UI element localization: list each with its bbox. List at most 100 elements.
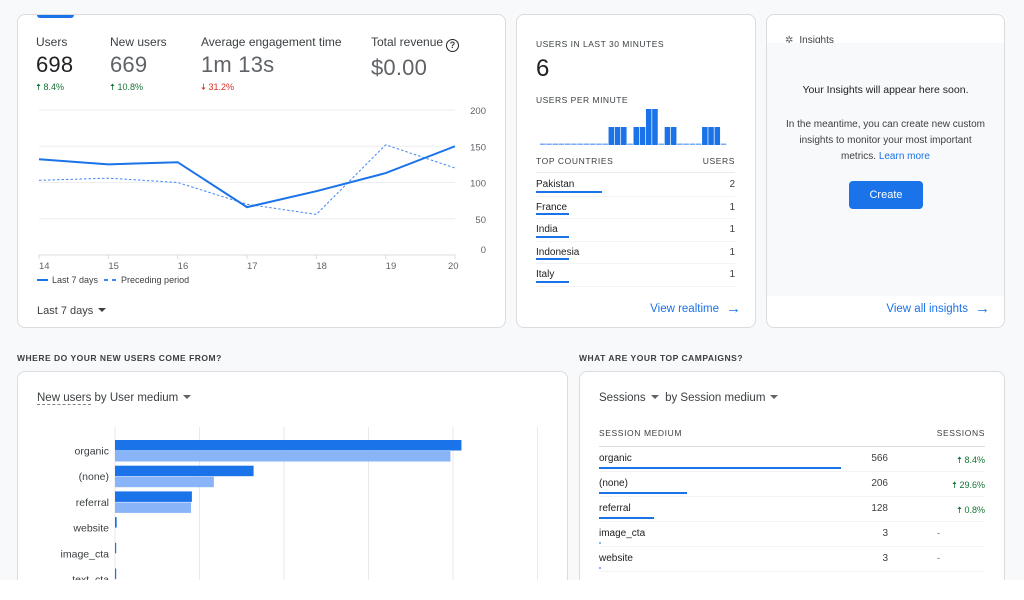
delta-value: 31.2%: [208, 82, 234, 92]
campaigns-card: Sessions by Session medium SESSION MEDIU…: [579, 371, 1005, 580]
dimension-selector[interactable]: by User medium: [95, 392, 179, 404]
share-bar: [599, 467, 841, 469]
country-users: 1: [729, 224, 735, 236]
category-label: (none): [79, 471, 109, 483]
arrow-up-icon: 🠅: [957, 505, 962, 515]
country-row[interactable]: Pakistan 2: [536, 174, 735, 197]
x-tick-label: 19: [386, 261, 397, 270]
country-users: 1: [729, 246, 735, 258]
sessions-delta: -: [937, 553, 940, 563]
minute-bar[interactable]: [633, 127, 640, 145]
table-row[interactable]: (none) 206 🠅 29.6%: [599, 472, 985, 497]
bar-preceding[interactable]: [115, 502, 192, 513]
sessions-delta: 🠅 0.8%: [957, 503, 985, 519]
metric-label: Users: [36, 35, 68, 49]
minute-bar[interactable]: [720, 143, 727, 146]
minute-bar[interactable]: [564, 143, 571, 146]
minute-bar[interactable]: [596, 143, 602, 146]
minute-bar[interactable]: [677, 143, 683, 146]
minute-bar[interactable]: [602, 143, 608, 146]
sessions-value: 206: [871, 478, 888, 489]
table-row[interactable]: website 3 -: [599, 547, 985, 572]
category-label: image_cta: [61, 548, 110, 560]
table-row[interactable]: image_cta 3 -: [599, 522, 985, 547]
country-row[interactable]: India 1: [536, 219, 735, 242]
help-icon[interactable]: ?: [446, 39, 460, 52]
minute-bar[interactable]: [714, 127, 721, 145]
minute-bar[interactable]: [589, 143, 596, 146]
bar-current[interactable]: [115, 440, 462, 451]
metric-dropdown[interactable]: Sessions: [599, 392, 659, 404]
delta-value: 0.8%: [964, 505, 985, 515]
view-realtime-link[interactable]: View realtime →: [650, 301, 741, 316]
metric-avg-engagement[interactable]: Average engagement time 1m 13s 🠇 31.2%: [201, 35, 342, 96]
sessions-delta: 🠅 29.6%: [952, 478, 985, 494]
country-share-bar: [536, 213, 569, 216]
col-header-users: USERS: [702, 156, 735, 166]
bar-current[interactable]: [115, 491, 192, 502]
minute-bar[interactable]: [702, 127, 708, 145]
bar-current[interactable]: [115, 465, 254, 477]
metric-total-revenue[interactable]: Total revenue? $0.00: [371, 35, 460, 81]
minute-bar[interactable]: [614, 127, 621, 145]
country-name: Pakistan: [536, 179, 575, 190]
minute-bar[interactable]: [627, 143, 633, 146]
minute-bar[interactable]: [689, 143, 696, 146]
metric-label: Average engagement time: [201, 35, 342, 49]
minute-bar[interactable]: [639, 127, 646, 145]
insights-heading: Your Insights will appear here soon.: [802, 84, 969, 96]
minute-bar[interactable]: [621, 127, 627, 145]
arrow-up-icon: 🠅: [957, 455, 962, 465]
minute-bar[interactable]: [552, 143, 558, 146]
minute-bar[interactable]: [658, 143, 664, 146]
insights-empty-panel: Your Insights will appear here soon. In …: [767, 43, 1004, 296]
learn-more-link[interactable]: Learn more: [879, 151, 930, 162]
users-per-minute-chart: [540, 109, 727, 146]
delta-value: 8.4%: [43, 82, 64, 92]
create-insight-button[interactable]: Create: [849, 181, 923, 209]
metric-users[interactable]: Users 698 🠅 8.4%: [36, 35, 73, 96]
metric-label: New users: [110, 35, 167, 49]
dimension-label: by Session medium: [665, 392, 766, 404]
minute-bar[interactable]: [664, 127, 671, 145]
x-tick-label: 16: [178, 261, 189, 270]
minute-bar[interactable]: [652, 109, 658, 145]
bar-current[interactable]: [115, 542, 117, 554]
minute-bar[interactable]: [583, 143, 590, 146]
minute-bar[interactable]: [608, 127, 615, 145]
bar-preceding[interactable]: [115, 451, 451, 462]
y-tick-label: 150: [470, 142, 486, 153]
minute-bar[interactable]: [546, 143, 552, 146]
minute-bar[interactable]: [695, 143, 702, 146]
metric-delta: 🠅 10.8%: [110, 80, 167, 96]
category-label: text_cta: [72, 574, 109, 580]
minute-bar[interactable]: [577, 143, 583, 146]
bar-preceding[interactable]: [115, 476, 214, 488]
country-row[interactable]: Indonesia 1: [536, 242, 735, 265]
minute-bar[interactable]: [558, 143, 565, 146]
metric-value: 669: [110, 52, 148, 77]
country-share-bar: [536, 190, 602, 193]
country-row[interactable]: France 1: [536, 197, 735, 220]
new-users-card: New users by User medium organic (none) re…: [17, 371, 568, 580]
bar-current[interactable]: [115, 568, 117, 580]
date-range-dropdown[interactable]: Last 7 days: [37, 305, 107, 317]
metric-new-users[interactable]: New users 669 🠅 10.8%: [110, 35, 167, 96]
dimension-dropdown[interactable]: by Session medium: [665, 392, 779, 404]
view-all-insights-link[interactable]: View all insights →: [886, 301, 990, 316]
minute-bar[interactable]: [645, 109, 652, 145]
sessions-delta: -: [937, 528, 940, 538]
x-tick-label: 17: [247, 261, 258, 270]
minute-bar[interactable]: [670, 127, 677, 145]
minute-bar[interactable]: [708, 127, 714, 145]
table-row[interactable]: organic 566 🠅 8.4%: [599, 447, 985, 472]
minute-bar[interactable]: [683, 143, 689, 146]
bar-current[interactable]: [115, 517, 117, 528]
new-users-selector[interactable]: New users by User medium: [37, 392, 192, 405]
metric-selector[interactable]: New users: [37, 392, 92, 405]
minute-bar[interactable]: [540, 143, 546, 146]
table-row[interactable]: referral 128 🠅 0.8%: [599, 497, 985, 522]
minute-bar[interactable]: [571, 143, 577, 146]
country-row[interactable]: Italy 1: [536, 264, 735, 287]
col-header-sessions: SESSIONS: [936, 428, 985, 438]
